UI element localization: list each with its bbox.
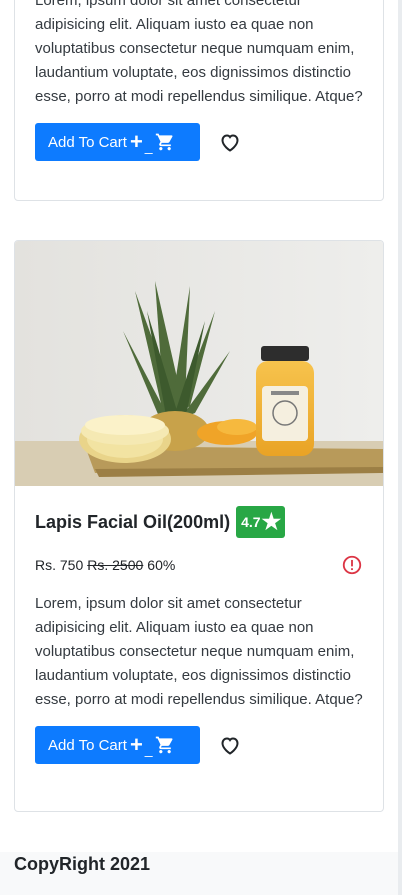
alert-circle-icon[interactable] [341, 554, 363, 576]
minus-icon: _ [144, 138, 153, 154]
minus-icon: _ [144, 741, 153, 757]
product-actions: Add To Cart + _ [15, 712, 383, 764]
footer: CopyRight 2021 [0, 852, 398, 895]
shopping-cart-icon [155, 736, 173, 754]
scrollbar[interactable] [398, 0, 402, 895]
add-to-cart-label: Add To Cart [48, 736, 127, 754]
product-description-text: Lorem, ipsum dolor sit amet consectetur … [35, 595, 363, 708]
star-icon: ★ [261, 509, 282, 534]
product-description-text: Lorem, ipsum dolor sit amet consectetur … [35, 0, 363, 105]
current-price: Rs. 750 [35, 557, 84, 573]
discount-percent: 60% [147, 557, 176, 573]
product-card: Lorem, ipsum dolor sit amet consectetur … [14, 0, 384, 201]
heart-outline-icon[interactable] [218, 733, 242, 757]
copyright-text: CopyRight 2021 [14, 854, 151, 874]
rating-value: 4.7 [241, 514, 261, 530]
product-title: Lapis Facial Oil(200ml) [35, 511, 231, 532]
plus-icon: + [129, 129, 143, 154]
add-to-cart-button[interactable]: Add To Cart + _ [35, 726, 200, 764]
add-to-cart-button[interactable]: Add To Cart + _ [35, 123, 200, 161]
product-description: Lorem, ipsum dolor sit amet consectetur … [15, 0, 383, 109]
product-title-row: Lapis Facial Oil(200ml) 4.7 ★ [15, 486, 383, 538]
add-to-cart-label: Add To Cart [48, 133, 127, 151]
product-actions: Add To Cart + _ [15, 109, 383, 161]
product-card: Lapis Facial Oil(200ml) 4.7 ★ Rs. 750 Rs… [14, 240, 384, 812]
plus-icon: + [129, 732, 143, 757]
product-image[interactable] [15, 241, 384, 486]
heart-outline-icon[interactable] [218, 130, 242, 154]
price-row: Rs. 750 Rs. 2500 60% [15, 538, 383, 576]
original-price: Rs. 2500 [87, 557, 144, 573]
product-description: Lorem, ipsum dolor sit amet consectetur … [15, 576, 383, 712]
shopping-cart-icon [155, 133, 173, 151]
rating-badge: 4.7 ★ [236, 506, 286, 538]
